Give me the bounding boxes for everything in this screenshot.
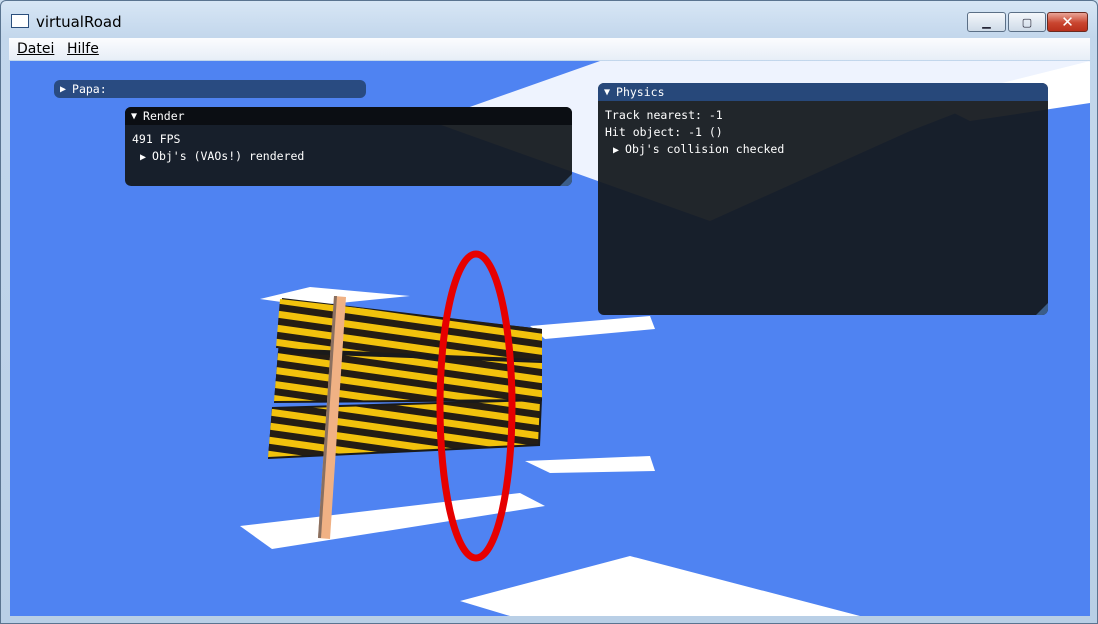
- barrier-board-bottom: [268, 401, 540, 457]
- render-panel-header[interactable]: ▼ Render: [125, 107, 572, 125]
- road-segment-right: [530, 316, 655, 339]
- road-segment-bottom-right: [460, 556, 860, 616]
- app-window: virtualRoad ▁ ▢ ✕ Datei Hilfe ▶ Papa: ▼ …: [0, 0, 1098, 624]
- fps-readout: 491 FPS: [132, 132, 181, 146]
- menu-hilfe[interactable]: Hilfe: [67, 41, 99, 57]
- papa-panel-title: Papa:: [72, 82, 107, 96]
- physics-panel[interactable]: ▼ Physics Track nearest: -1 Hit object: …: [598, 83, 1048, 315]
- 3d-viewport[interactable]: ▶ Papa: ▼ Render 491 FPS ▶ Obj's (VAOs!) …: [10, 61, 1090, 616]
- tree-node-label: Obj's collision checked: [625, 142, 785, 156]
- close-button[interactable]: ✕: [1047, 12, 1088, 32]
- minimize-button[interactable]: ▁: [967, 12, 1006, 32]
- road-segment-lower: [525, 456, 655, 473]
- tree-arrow-icon: ▶: [613, 145, 620, 156]
- maximize-button[interactable]: ▢: [1008, 12, 1046, 32]
- track-nearest-readout: Track nearest: -1: [605, 108, 723, 122]
- maximize-icon: ▢: [1021, 15, 1033, 29]
- render-panel[interactable]: ▼ Render 491 FPS ▶ Obj's (VAOs!) rendered: [125, 107, 572, 186]
- resize-grip[interactable]: [560, 174, 572, 186]
- close-icon: ✕: [1061, 13, 1074, 31]
- tree-node-label: Obj's (VAOs!) rendered: [152, 149, 305, 163]
- menu-datei[interactable]: Datei: [17, 41, 54, 57]
- window-icon: [11, 14, 29, 28]
- expanded-arrow-icon[interactable]: ▼: [604, 87, 610, 98]
- tree-node-objs-rendered[interactable]: ▶ Obj's (VAOs!) rendered: [132, 148, 565, 165]
- physics-panel-header[interactable]: ▼ Physics: [598, 83, 1048, 101]
- papa-panel[interactable]: ▶ Papa:: [54, 80, 366, 98]
- physics-panel-title: Physics: [616, 85, 665, 99]
- expanded-arrow-icon[interactable]: ▼: [131, 111, 137, 122]
- menu-bar: Datei Hilfe: [9, 38, 1090, 60]
- minimize-icon: ▁: [982, 15, 991, 29]
- render-panel-title: Render: [143, 109, 185, 123]
- window-title: virtualRoad: [36, 13, 122, 31]
- title-bar[interactable]: virtualRoad ▁ ▢ ✕: [1, 1, 1097, 37]
- resize-grip[interactable]: [1036, 303, 1048, 315]
- tree-node-objs-collision[interactable]: ▶ Obj's collision checked: [605, 141, 1041, 158]
- hit-object-readout: Hit object: -1 (): [605, 125, 723, 139]
- tree-arrow-icon: ▶: [140, 152, 147, 163]
- collapsed-arrow-icon[interactable]: ▶: [60, 84, 66, 95]
